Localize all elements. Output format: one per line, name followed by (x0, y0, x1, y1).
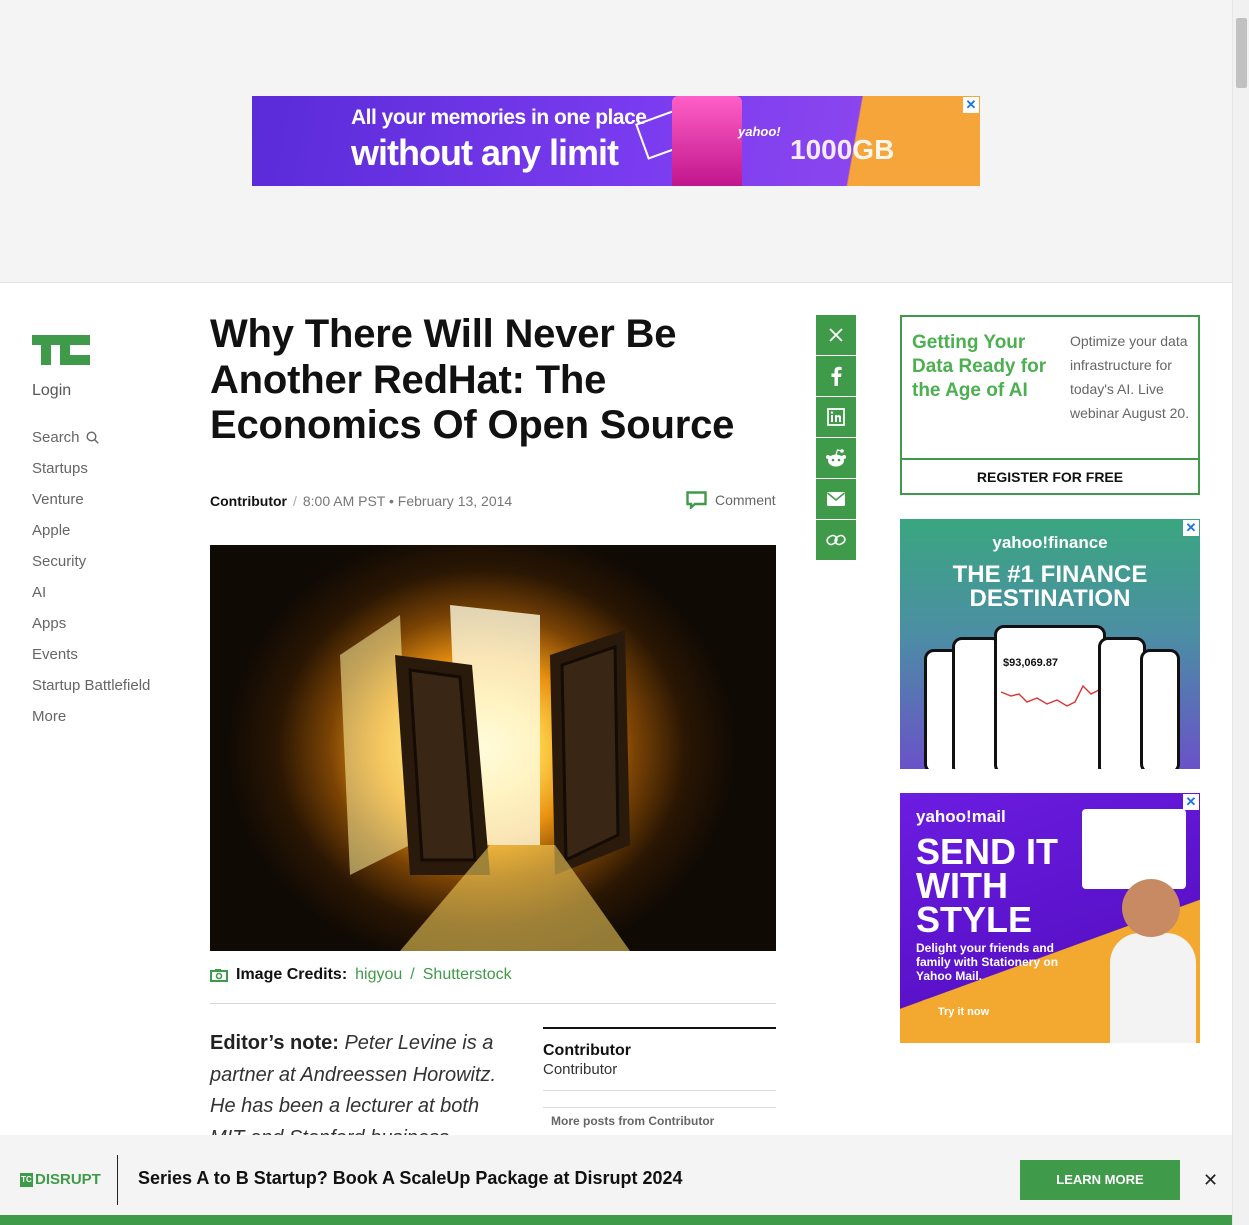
linkedin-icon (827, 408, 845, 426)
nav-item-more[interactable]: More (32, 701, 150, 732)
mailbox-icon (672, 96, 742, 186)
ad-close-icon[interactable]: ✕ (1183, 794, 1199, 810)
login-link[interactable]: Login (32, 382, 150, 400)
learn-more-button[interactable]: LEARN MORE (1020, 1160, 1180, 1200)
nav-search[interactable]: Search (32, 422, 150, 453)
email-icon (827, 492, 845, 506)
x-icon (829, 328, 843, 342)
search-icon (86, 431, 99, 444)
register-button[interactable]: REGISTER FOR FREE (902, 458, 1198, 493)
nav-item-venture[interactable]: Venture (32, 484, 150, 515)
byline: Contributor / 8:00 AM PST • February 13, 2… (210, 493, 512, 509)
yahoo-finance-ad[interactable]: yahoo!finance THE #1 FINANCE DESTINATION… (900, 519, 1200, 769)
mail-ad-brand: yahoo!mail (916, 807, 1006, 826)
divider (210, 1003, 776, 1004)
image-credits: Image Credits: higyou / Shutterstock (210, 966, 512, 984)
ad-close-icon[interactable]: ✕ (1183, 520, 1199, 536)
image-credits-label: Image Credits: (236, 966, 348, 983)
share-facebook-button[interactable] (816, 356, 856, 396)
ad-brand: yahoo! (738, 124, 781, 139)
disrupt-logo-tc: TC (20, 1172, 33, 1187)
contributor-name[interactable]: Contributor (543, 1042, 776, 1060)
share-rail (816, 315, 856, 561)
nav-item-apple[interactable]: Apple (32, 515, 150, 546)
mail-ad-headline: SEND IT WITH STYLE (916, 831, 1059, 940)
facebook-icon (831, 366, 842, 386)
promo-message: Series A to B Startup? Book A ScaleUp Pa… (138, 1168, 683, 1188)
glowing-doors-illustration (340, 605, 630, 951)
hero-image (210, 545, 776, 951)
credit-link-shutterstock[interactable]: Shutterstock (423, 966, 512, 984)
nav-item-security[interactable]: Security (32, 546, 150, 577)
share-x-button[interactable] (816, 315, 856, 355)
try-it-now-button[interactable]: Try it now (916, 999, 1011, 1025)
disrupt-promo-bar: TC DISRUPT Series A to B Startup? Book A… (0, 1135, 1232, 1225)
share-email-button[interactable] (816, 479, 856, 519)
comment-label: Comment (715, 492, 776, 508)
ad-line-2: without any limit (351, 132, 619, 173)
webinar-headline: Getting Your Data Ready for the Age of A… (912, 332, 1047, 401)
finance-ad-headline: THE #1 FINANCE DESTINATION (900, 563, 1200, 611)
mail-ad-subtext: Delight your friends and family with Sta… (916, 941, 1059, 983)
finance-ad-headline-line-1: THE #1 FINANCE (952, 561, 1148, 588)
top-ad-region: All your memories in one place without a… (0, 0, 1232, 283)
person-head (1122, 879, 1180, 937)
scrollbar-thumb[interactable] (1236, 18, 1247, 88)
left-nav: Login Search Startups Venture Apple Secu… (32, 380, 150, 732)
portfolio-value: $93,069.87 (1003, 657, 1059, 669)
nav-list: Search Startups Venture Apple Security A… (32, 422, 150, 732)
share-linkedin-button[interactable] (816, 397, 856, 437)
link-icon (826, 534, 846, 546)
credit-separator: / (410, 966, 415, 983)
webinar-description: Optimize your data infrastructure for to… (1070, 333, 1190, 421)
credit-link-higyou[interactable]: higyou (355, 966, 402, 984)
contributor-box: Contributor Contributor More posts from … (543, 1027, 776, 1128)
comment-button[interactable]: Comment (686, 491, 776, 509)
finance-ad-headline-line-2: DESTINATION (969, 585, 1131, 612)
author-link[interactable]: Contributor (210, 493, 287, 509)
ad-close-icon[interactable]: ✕ (963, 97, 979, 113)
phone-mockup (1140, 649, 1180, 769)
camera-icon (210, 969, 228, 982)
ad-capacity: 1000GB (790, 134, 895, 165)
disrupt-logo-text: DISRUPT (35, 1171, 101, 1188)
page-scrollbar[interactable] (1232, 0, 1249, 1225)
disrupt-logo[interactable]: TC DISRUPT (20, 1171, 101, 1188)
webinar-ad[interactable]: Getting Your Data Ready for the Age of A… (900, 315, 1200, 495)
top-banner-ad[interactable]: All your memories in one place without a… (252, 96, 980, 186)
yahoo-mail-ad[interactable]: yahoo!mail SEND IT WITH STYLE Delight yo… (900, 793, 1200, 1043)
editor-note-label: Editor’s note: (210, 1032, 339, 1054)
article-title: Why There Will Never Be Another RedHat: … (210, 312, 735, 447)
divider (117, 1155, 118, 1205)
reddit-icon (826, 449, 846, 467)
nav-item-startup-battlefield[interactable]: Startup Battlefield (32, 670, 150, 701)
copy-link-button[interactable] (816, 520, 856, 560)
stock-chart-icon (1000, 684, 1100, 707)
ad-line-1: All your memories in one place (351, 106, 647, 129)
more-posts-link[interactable]: More posts from Contributor (551, 1114, 776, 1128)
contributor-role: Contributor (543, 1061, 618, 1078)
promo-accent-bar (0, 1215, 1232, 1225)
share-reddit-button[interactable] (816, 438, 856, 478)
close-icon[interactable]: ✕ (1203, 1170, 1218, 1191)
person-illustration (1110, 933, 1196, 1043)
phone-mockup (1098, 637, 1146, 769)
techcrunch-logo-icon[interactable] (32, 335, 90, 365)
finance-ad-brand: yahoo!finance (992, 533, 1108, 552)
byline-separator: / (292, 493, 297, 509)
stationery-card (1082, 809, 1186, 889)
publish-date: 8:00 AM PST • February 13, 2014 (302, 493, 513, 509)
nav-item-apps[interactable]: Apps (32, 608, 150, 639)
comment-icon (686, 491, 707, 509)
nav-item-events[interactable]: Events (32, 639, 150, 670)
divider (543, 1107, 776, 1108)
nav-search-label: Search (32, 429, 80, 446)
nav-item-startups[interactable]: Startups (32, 453, 150, 484)
nav-item-ai[interactable]: AI (32, 577, 150, 608)
phone-mockup (994, 625, 1106, 769)
divider (543, 1090, 776, 1091)
